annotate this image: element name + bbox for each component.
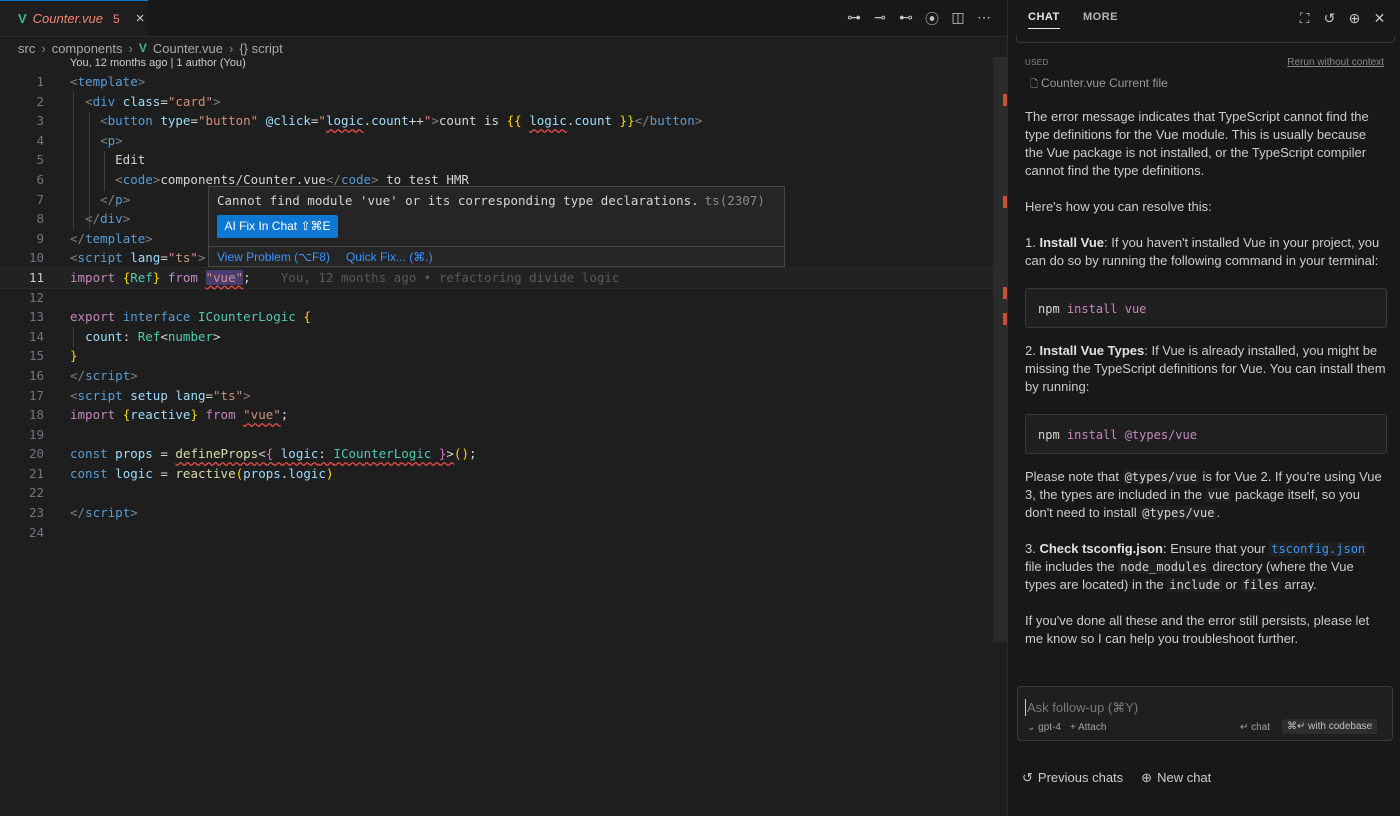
tab-more[interactable]: MORE <box>1083 11 1118 23</box>
history-icon: ↺ <box>1022 770 1033 785</box>
breadcrumb: src › components › V Counter.vue › {} sc… <box>18 38 283 58</box>
code-line: 23 </script> <box>28 505 138 521</box>
model-selector[interactable]: ⌄ gpt-4 <box>1027 722 1061 733</box>
breadcrumb-separator: › <box>128 40 133 56</box>
go-forward-icon[interactable]: ⊸ <box>871 9 889 29</box>
code-area[interactable]: 1 <template> 2 <div class="card"> 3 <butt… <box>0 72 994 542</box>
breadcrumb-file[interactable]: Counter.vue <box>153 41 223 56</box>
error-hover-popup: Cannot find module 'vue' or its correspo… <box>208 186 785 267</box>
rerun-without-context-link[interactable]: Rerun without context <box>1287 57 1384 68</box>
breadcrumb-src[interactable]: src <box>18 41 35 56</box>
view-problem-link[interactable]: View Problem (⌥F8) <box>217 250 330 264</box>
code-line: 19 <box>28 426 44 442</box>
previous-chats-button[interactable]: ↺ Previous chats <box>1022 770 1123 786</box>
tab-problem-count: 5 <box>113 11 120 26</box>
plus-icon: ⊕ <box>1141 770 1153 785</box>
tab-bar: V Counter.vue 5 × ⊶ ⊸ ⊷ ⦿ ◫ ⋯ <box>0 0 1007 37</box>
code-line: 22 <box>28 485 44 501</box>
vue-file-icon: V <box>18 11 27 26</box>
hover-actions: View Problem (⌥F8) Quick Fix... (⌘.) <box>217 250 433 264</box>
breadcrumb-separator: › <box>41 40 46 56</box>
code-line: 5 Edit <box>36 152 146 168</box>
code-line: 1 <template> <box>36 74 146 89</box>
code-block-install-vue[interactable]: npm install vue <box>1025 288 1387 328</box>
quick-fix-link[interactable]: Quick Fix... (⌘.) <box>346 250 433 264</box>
previous-message-box <box>1016 36 1395 43</box>
vue-file-icon: V <box>138 41 147 55</box>
close-icon[interactable]: × <box>136 10 145 27</box>
send-with-codebase-button[interactable]: ⌘↵ with codebase <box>1282 719 1378 734</box>
code-line-active: 11 import {Ref} from "vue"; You, 12 month… <box>0 266 994 289</box>
follow-up-box: ⌄ gpt-4 + Attach ↵ chat ⌘↵ with codebase <box>1017 686 1393 741</box>
ai-fix-in-chat-button[interactable]: AI Fix In Chat ⇧⌘E <box>217 215 338 238</box>
editor-pane: V Counter.vue 5 × ⊶ ⊸ ⊷ ⦿ ◫ ⋯ src › comp… <box>0 0 1007 816</box>
code-line: 12 <box>28 289 44 305</box>
hover-divider <box>209 246 784 247</box>
inline-blame: You, 12 months ago • refactoring divide … <box>280 269 620 285</box>
history-icon[interactable]: ↺ <box>1322 10 1337 27</box>
editor-actions: ⊶ ⊸ ⊷ ⦿ ◫ ⋯ <box>845 9 993 29</box>
answer-step-1: 1. Install Vue: If you haven't installed… <box>1025 235 1380 268</box>
context-file-label: Counter.vue Current file <box>1041 76 1168 90</box>
code-line: 14 count: Ref<number> <box>28 328 221 344</box>
split-editor-icon[interactable]: ◫ <box>949 9 967 29</box>
follow-up-input[interactable] <box>1025 699 1369 716</box>
answer-closing: If you've done all these and the error s… <box>1025 613 1370 646</box>
answer-step-3: 3. Check tsconfig.json: Ensure that your… <box>1025 541 1368 592</box>
close-icon[interactable]: ✕ <box>1372 10 1387 27</box>
attach-button[interactable]: + Attach <box>1070 722 1106 733</box>
answer-paragraph: The error message indicates that TypeScr… <box>1025 109 1369 178</box>
hover-message: Cannot find module 'vue' or its correspo… <box>217 193 765 208</box>
code-line: 4 <p> <box>36 132 123 148</box>
code-block-install-types[interactable]: npm install @types/vue <box>1025 414 1387 454</box>
code-line: 20 const props = defineProps<{ logic: ICo… <box>28 446 477 462</box>
code-line: 16 </script> <box>28 367 138 383</box>
used-context-label: USED <box>1025 58 1049 67</box>
send-chat-button[interactable]: ↵ chat <box>1240 722 1270 733</box>
tab-counter-vue[interactable]: V Counter.vue 5 × <box>0 0 148 36</box>
timeline-icon[interactable]: ⦿ <box>923 9 941 29</box>
more-actions-icon[interactable]: ⋯ <box>975 9 993 29</box>
chat-header: CHAT MORE ⛶ ↺ ⊕ ✕ <box>1008 0 1400 36</box>
answer-paragraph: Here's how you can resolve this: <box>1025 199 1212 214</box>
tsconfig-link[interactable]: tsconfig.json <box>1269 542 1368 556</box>
new-chat-button[interactable]: ⊕ New chat <box>1141 770 1211 786</box>
context-file[interactable]: 🗋 Counter.vue Current file <box>1030 76 1168 94</box>
code-line: 17 <script setup lang="ts"> <box>28 387 251 403</box>
chat-answer: The error message indicates that TypeScr… <box>1025 108 1387 666</box>
code-line: 21 const logic = reactive(props.logic) <box>28 465 334 481</box>
code-line: 24 <box>28 524 44 540</box>
answer-step-2: 2. Install Vue Types: If Vue is already … <box>1025 343 1386 394</box>
chat-actions: ⛶ ↺ ⊕ ✕ <box>1297 10 1387 27</box>
code-line: 2 <div class="card"> <box>36 93 221 109</box>
chat-panel: CHAT MORE ⛶ ↺ ⊕ ✕ USED Rerun without con… <box>1007 0 1400 816</box>
code-line: 3 <button type="button" @click="logic.co… <box>36 113 703 129</box>
next-change-icon[interactable]: ⊷ <box>897 9 915 29</box>
tab-chat[interactable]: CHAT <box>1028 11 1060 29</box>
go-back-icon[interactable]: ⊶ <box>845 9 863 29</box>
code-line: 15} <box>28 348 78 364</box>
answer-note: Please note that @types/vue is for Vue 2… <box>1025 469 1382 520</box>
editor-scrollbar[interactable] <box>993 57 1007 642</box>
tab-filename: Counter.vue <box>32 11 104 26</box>
maximize-icon[interactable]: ⛶ <box>1297 10 1312 27</box>
code-line: 18 import {reactive} from "vue"; <box>28 407 289 423</box>
add-chat-icon[interactable]: ⊕ <box>1347 10 1362 27</box>
breadcrumb-symbol[interactable]: {} script <box>239 41 282 56</box>
hover-error-code: ts(2307) <box>704 193 765 208</box>
blame-codelens[interactable]: You, 12 months ago | 1 author (You) <box>70 57 246 69</box>
code-line: 13 export interface ICounterLogic { <box>28 309 311 325</box>
breadcrumb-components[interactable]: components <box>52 41 123 56</box>
chat-footer: ↺ Previous chats ⊕ New chat <box>1022 770 1211 786</box>
breadcrumb-separator: › <box>228 40 234 56</box>
file-icon: 🗋 <box>1030 79 1039 90</box>
